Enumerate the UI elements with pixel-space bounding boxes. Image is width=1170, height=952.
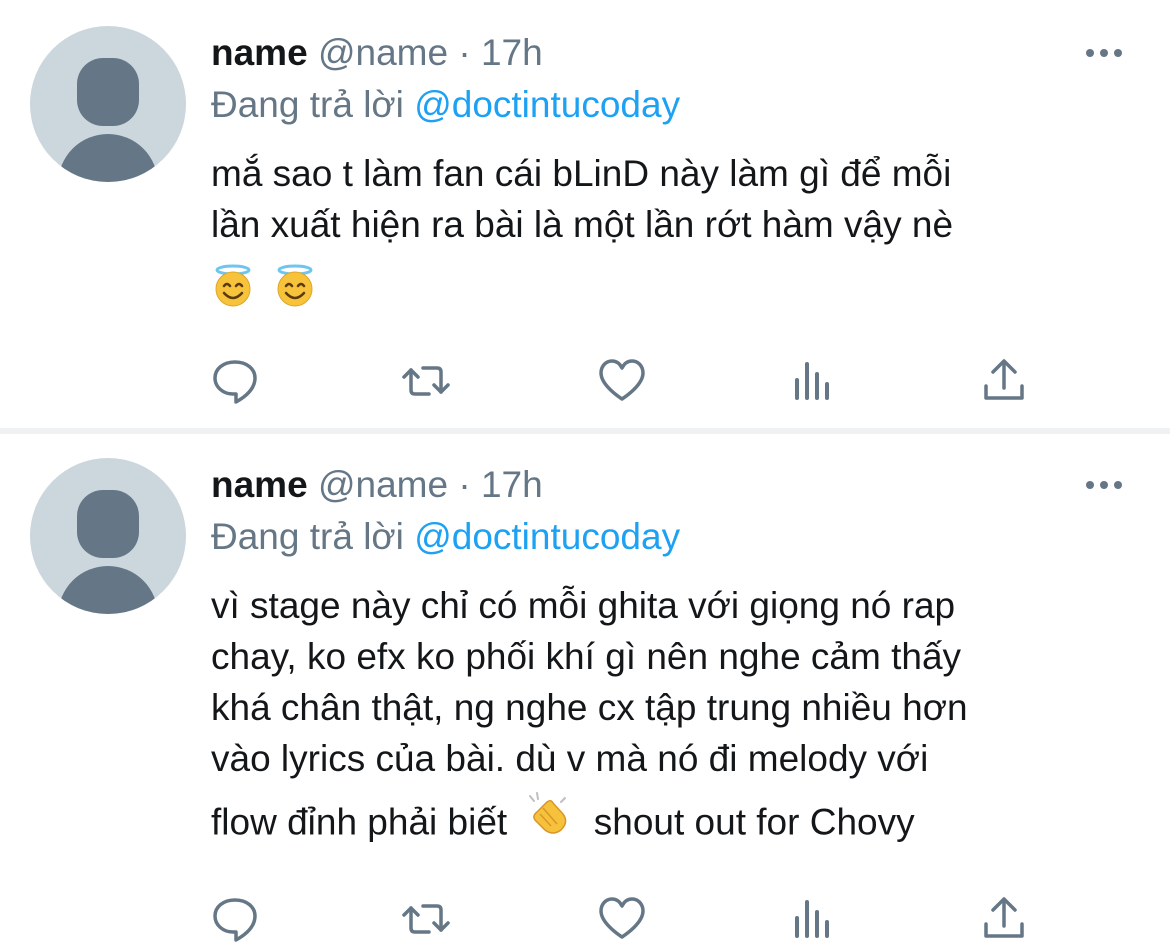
- tweet-text-segment: flow đỉnh phải biết: [211, 801, 508, 843]
- retweet-icon[interactable]: [401, 356, 451, 406]
- dot-separator: ·: [458, 464, 471, 505]
- tweet-actions: [210, 356, 1040, 406]
- clapping-hands-icon: [527, 792, 573, 849]
- avatar-head-shape: [77, 490, 139, 558]
- tweet-header: name @name · 17h: [211, 465, 543, 505]
- display-name[interactable]: name: [211, 464, 308, 505]
- replying-to-handle[interactable]: @doctintucoday: [414, 516, 680, 557]
- replying-to: Đang trả lời @doctintucoday: [211, 85, 680, 125]
- emoji-line: [211, 250, 1131, 330]
- avatar[interactable]: [30, 458, 186, 614]
- analytics-icon[interactable]: [792, 356, 842, 406]
- tweet-text-line: lần xuất hiện ra bài là một lần rớt hàm …: [211, 204, 954, 245]
- dot-separator: ·: [458, 32, 471, 73]
- replying-prefix: Đang trả lời: [211, 84, 404, 125]
- replying-to: Đang trả lời @doctintucoday: [211, 517, 680, 557]
- timestamp[interactable]: 17h: [481, 32, 543, 73]
- tweet-text: vì stage này chỉ có mỗi ghita với giọng …: [211, 580, 1131, 853]
- tweet-text-line: vào lyrics của bài. dù v mà nó đi melody…: [211, 738, 929, 779]
- analytics-icon[interactable]: [792, 894, 842, 944]
- display-name[interactable]: name: [211, 32, 308, 73]
- retweet-icon[interactable]: [401, 894, 451, 944]
- share-icon[interactable]: [982, 894, 1032, 944]
- timestamp[interactable]: 17h: [481, 464, 543, 505]
- tweet-actions: [210, 894, 1040, 944]
- avatar[interactable]: [30, 26, 186, 182]
- replying-to-handle[interactable]: @doctintucoday: [414, 84, 680, 125]
- tweet-text-line: khá chân thật, ng nghe cx tập trung nhiề…: [211, 687, 968, 728]
- user-handle[interactable]: @name: [318, 32, 448, 73]
- tweet-text-line: vì stage này chỉ có mỗi ghita với giọng …: [211, 585, 956, 626]
- avatar-body-shape: [58, 134, 158, 182]
- tweet[interactable]: name @name · 17h Đang trả lời @doctintuc…: [0, 0, 1170, 428]
- tweet[interactable]: name @name · 17h Đang trả lời @doctintuc…: [0, 434, 1170, 952]
- user-handle[interactable]: @name: [318, 464, 448, 505]
- smiling-face-with-halo-icon: [211, 264, 255, 321]
- share-icon[interactable]: [982, 356, 1032, 406]
- tweet-text-line: chay, ko efx ko phối khí gì nên nghe cảm…: [211, 636, 962, 677]
- reply-icon[interactable]: [210, 356, 260, 406]
- tweet-text: mắ sao t làm fan cái bLinD này làm gì để…: [211, 148, 1131, 330]
- reply-icon[interactable]: [210, 894, 260, 944]
- more-options-icon[interactable]: [1086, 47, 1126, 59]
- avatar-head-shape: [77, 58, 139, 126]
- tweet-header: name @name · 17h: [211, 33, 543, 73]
- tweet-text-segment: shout out for Chovy: [593, 801, 915, 843]
- tweet-text-line: flow đỉnh phải biết shout out for Chovy: [211, 792, 1131, 853]
- like-icon[interactable]: [597, 894, 647, 944]
- avatar-body-shape: [58, 566, 158, 614]
- smiling-face-with-halo-icon: [273, 264, 317, 321]
- more-options-icon[interactable]: [1086, 479, 1126, 491]
- tweet-text-line: mắ sao t làm fan cái bLinD này làm gì để…: [211, 153, 952, 194]
- replying-prefix: Đang trả lời: [211, 516, 404, 557]
- like-icon[interactable]: [597, 356, 647, 406]
